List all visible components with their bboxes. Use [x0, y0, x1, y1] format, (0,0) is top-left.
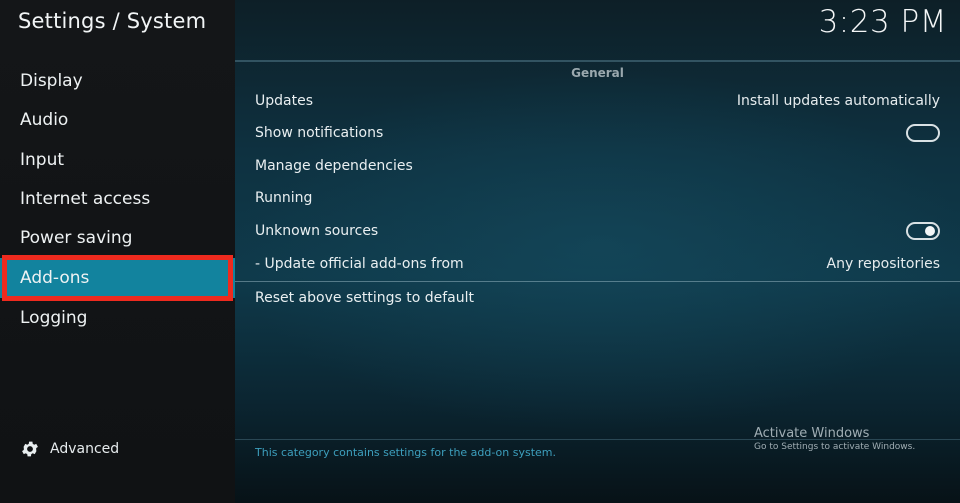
advanced-settings-level-button[interactable]: Advanced — [20, 438, 119, 460]
setting-update-official-add-ons-from[interactable]: - Update official add-ons from Any repos… — [255, 249, 940, 279]
kodi-settings-window: Settings / System Display Audio Input In… — [0, 0, 960, 503]
setting-manage-dependencies[interactable]: Manage dependencies — [255, 151, 940, 181]
setting-label: Show notifications — [255, 125, 384, 141]
watermark-subtitle: Go to Settings to activate Windows. — [754, 442, 916, 452]
gear-icon — [22, 441, 38, 457]
sidebar-item-logging[interactable]: Logging — [0, 298, 235, 338]
settings-panel: General Updates Install updates automati… — [235, 0, 960, 503]
setting-show-notifications[interactable]: Show notifications — [255, 118, 940, 148]
page-title: Settings / System — [18, 9, 207, 33]
sidebar-item-power-saving[interactable]: Power saving — [0, 218, 235, 258]
unknown-sources-toggle[interactable] — [906, 222, 940, 240]
setting-running[interactable]: Running — [255, 183, 940, 213]
show-notifications-toggle[interactable] — [906, 124, 940, 142]
reset-label: Reset above settings to default — [255, 290, 474, 306]
sidebar: Settings / System Display Audio Input In… — [0, 0, 235, 503]
setting-value: Any repositories — [826, 256, 941, 272]
setting-updates[interactable]: Updates Install updates automatically — [255, 86, 940, 116]
setting-label: Running — [255, 190, 313, 206]
setting-value: Install updates automatically — [736, 93, 940, 109]
sidebar-item-input[interactable]: Input — [0, 140, 235, 180]
setting-label: - Update official add-ons from — [255, 256, 464, 272]
divider — [235, 281, 960, 282]
setting-label: Updates — [255, 93, 313, 109]
clock: 3:23 PM — [818, 4, 947, 40]
sidebar-item-audio[interactable]: Audio — [0, 100, 235, 140]
sidebar-item-internet-access[interactable]: Internet access — [0, 179, 235, 219]
category-description: This category contains settings for the … — [255, 446, 557, 459]
toggle-knob — [925, 226, 935, 236]
setting-unknown-sources[interactable]: Unknown sources — [255, 216, 940, 246]
setting-label: Manage dependencies — [255, 158, 413, 174]
divider — [235, 60, 960, 62]
sidebar-item-display[interactable]: Display — [0, 61, 235, 101]
watermark-title: Activate Windows — [754, 426, 870, 441]
reset-settings-button[interactable]: Reset above settings to default — [255, 283, 940, 313]
advanced-label: Advanced — [50, 441, 120, 457]
sidebar-item-add-ons[interactable]: Add-ons — [0, 258, 235, 298]
section-title-general: General — [571, 66, 624, 80]
setting-label: Unknown sources — [255, 223, 379, 239]
activate-windows-watermark: Activate Windows Go to Settings to activ… — [754, 426, 915, 453]
